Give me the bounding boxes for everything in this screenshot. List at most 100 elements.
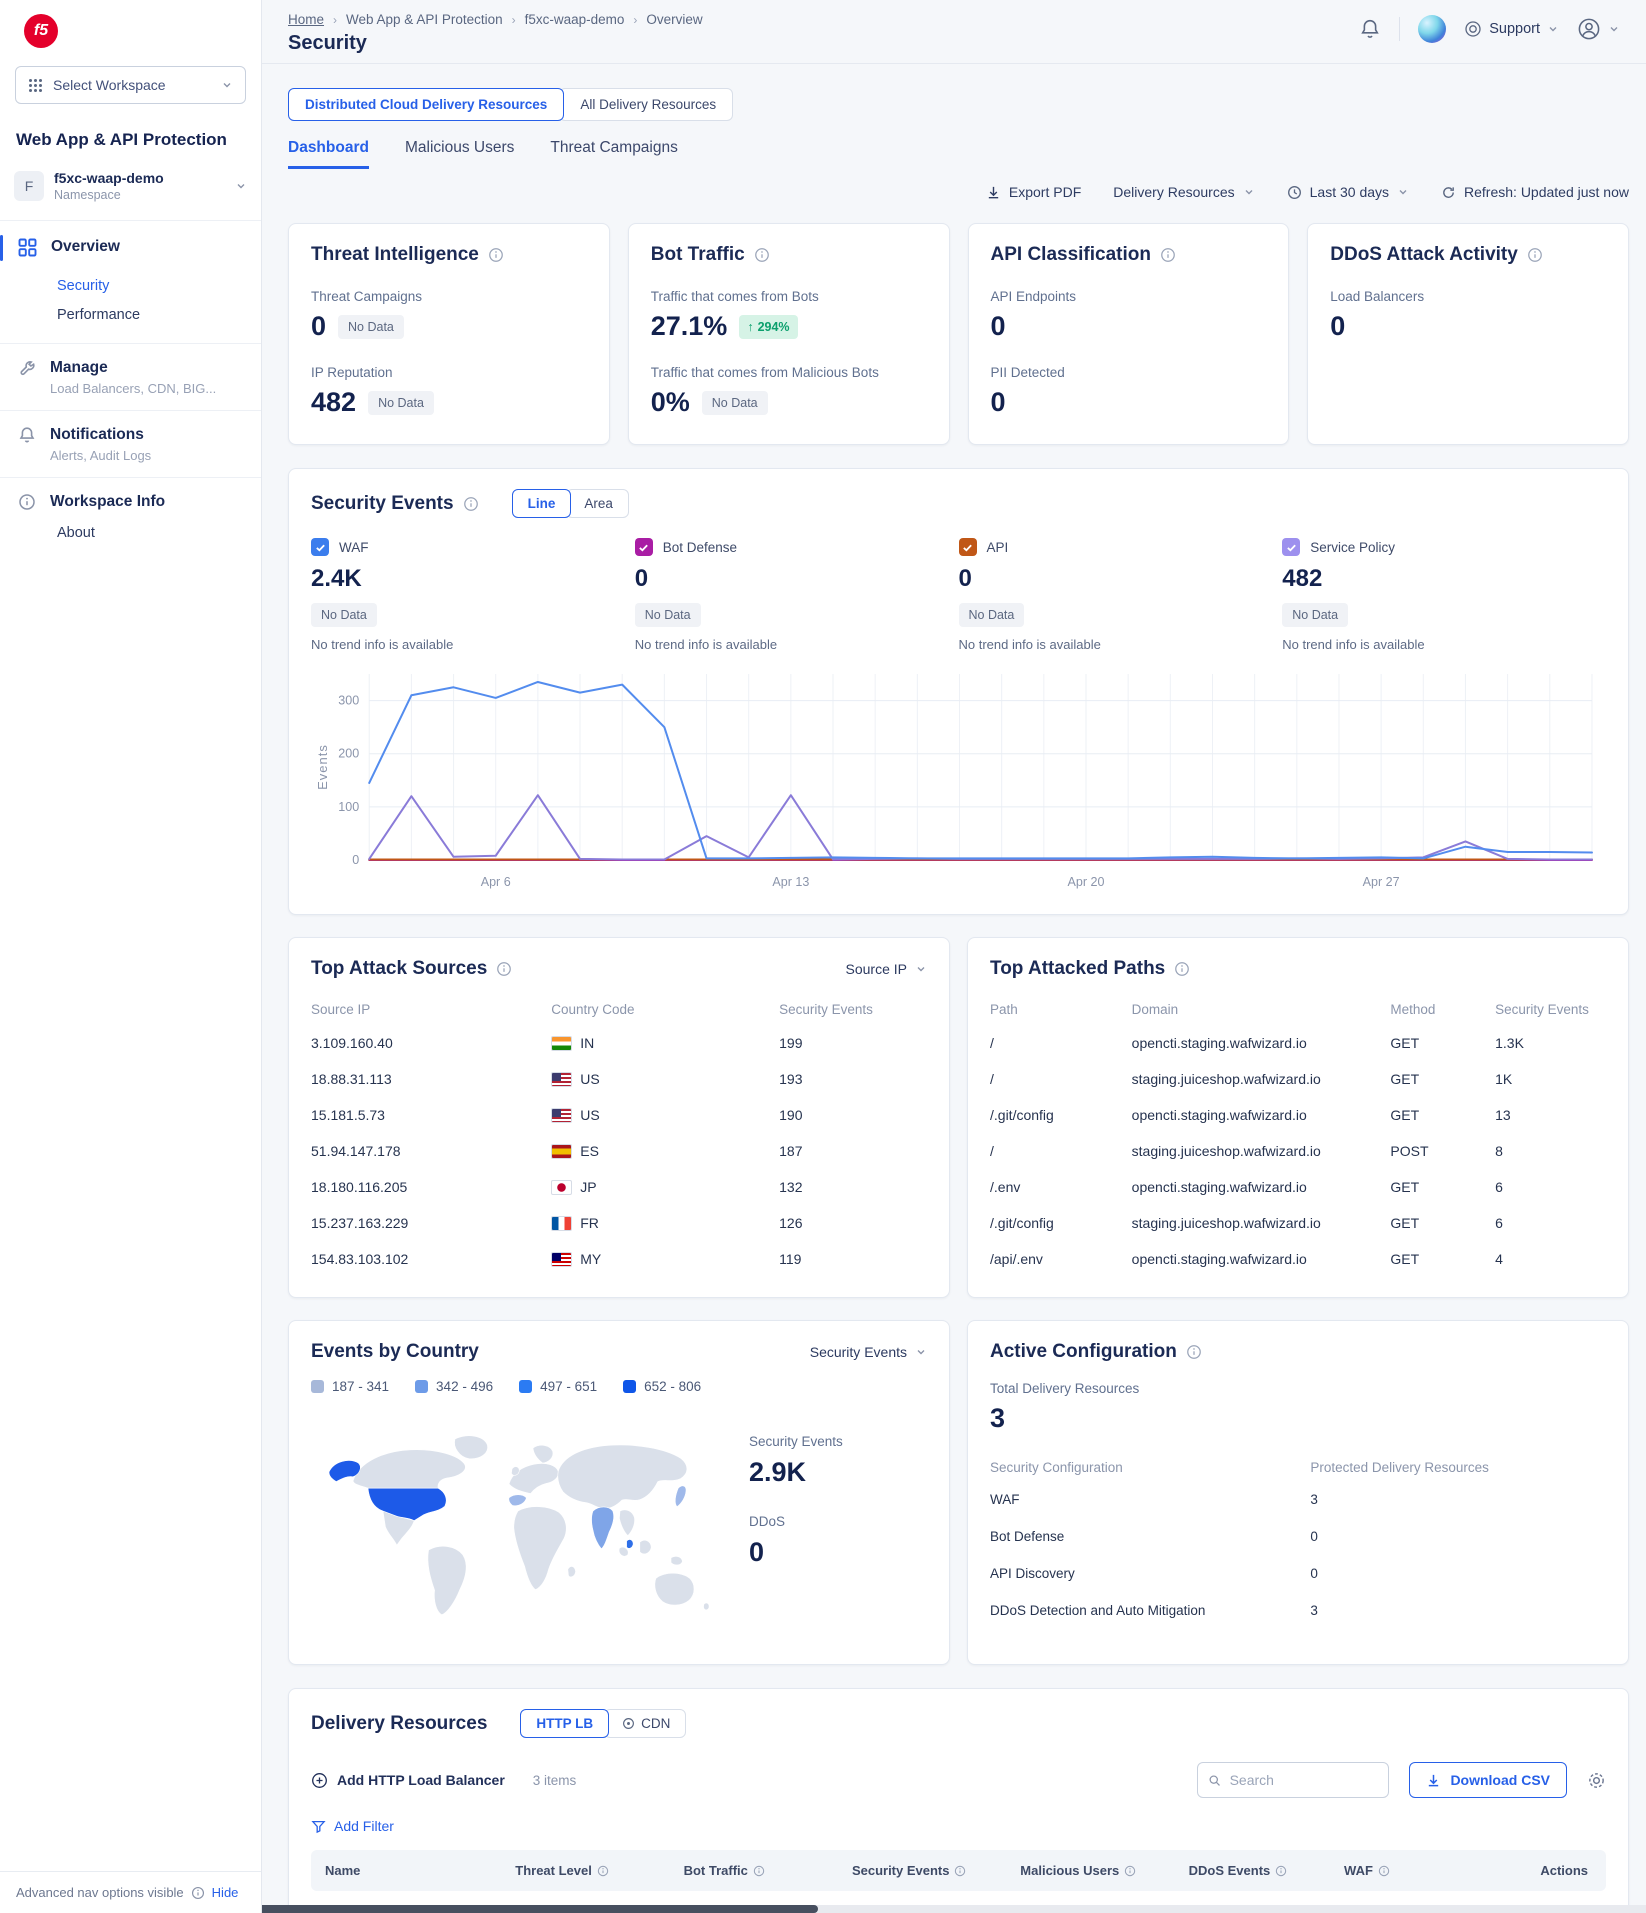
info-icon[interactable] <box>1124 1865 1136 1877</box>
waf-checkbox[interactable] <box>311 538 329 556</box>
cell-events: 199 <box>779 1025 927 1061</box>
bot-defense-checkbox[interactable] <box>635 538 653 556</box>
column-header[interactable]: DDoS Events <box>1179 1850 1334 1891</box>
support-menu[interactable]: Support <box>1464 20 1559 38</box>
info-icon[interactable] <box>463 496 479 512</box>
cell-events: 8 <box>1495 1133 1606 1169</box>
map-asia <box>558 1445 687 1509</box>
sidebar-item-notifications[interactable]: Notifications Alerts, Audit Logs <box>0 411 261 477</box>
f5-logo[interactable]: f5 <box>24 14 58 48</box>
breadcrumb-waap[interactable]: Web App & API Protection <box>346 12 503 27</box>
column-header[interactable]: Bot Traffic <box>674 1850 842 1891</box>
map-india[interactable] <box>592 1507 614 1549</box>
hide-nav-button[interactable]: Hide <box>212 1885 239 1900</box>
world-map[interactable] <box>311 1408 731 1644</box>
column-header[interactable]: Threat Level <box>505 1850 673 1891</box>
toggle-all-delivery[interactable]: All Delivery Resources <box>559 88 733 121</box>
service-policy-checkbox[interactable] <box>1282 538 1300 556</box>
cell-domain: opencti.staging.wafwizard.io <box>1132 1241 1391 1277</box>
search-input[interactable] <box>1230 1772 1379 1788</box>
account-menu[interactable] <box>1577 17 1620 41</box>
sidebar-item-about[interactable]: About <box>0 517 261 541</box>
column-header[interactable]: Malicious Users <box>1010 1850 1178 1891</box>
delivery-resources-table: Name Threat Level Bot Traffic Security E… <box>311 1850 1606 1913</box>
breadcrumb-home[interactable]: Home <box>288 12 324 27</box>
info-icon[interactable] <box>1378 1865 1390 1877</box>
info-icon[interactable] <box>488 247 504 263</box>
map-spain[interactable] <box>509 1495 527 1506</box>
column-header[interactable]: Name <box>311 1850 505 1891</box>
download-csv-button[interactable]: Download CSV <box>1409 1762 1567 1798</box>
toggle-cdn[interactable]: CDN <box>604 1709 686 1738</box>
panel-title: Top Attacked Paths <box>990 958 1165 980</box>
column-header[interactable]: WAF <box>1334 1850 1489 1891</box>
breadcrumb-namespace[interactable]: f5xc-waap-demo <box>525 12 625 27</box>
tab-dashboard[interactable]: Dashboard <box>288 139 369 169</box>
legend-note: No trend info is available <box>959 637 1283 652</box>
map-malaysia[interactable] <box>627 1540 634 1549</box>
api-checkbox[interactable] <box>959 538 977 556</box>
bell-icon <box>18 426 36 463</box>
namespace-avatar: F <box>14 171 44 201</box>
stat-cards-row: Threat Intelligence Threat Campaigns 0 N… <box>288 223 1629 445</box>
info-icon[interactable] <box>1186 1344 1202 1360</box>
cell-country: IN <box>551 1025 779 1061</box>
namespace-selector[interactable]: F f5xc-waap-demo Namespace <box>14 170 247 220</box>
sidebar-item-manage[interactable]: Manage Load Balancers, CDN, BIG... <box>0 344 261 410</box>
panel-title: Top Attack Sources <box>311 958 487 980</box>
add-http-lb-button[interactable]: Add HTTP Load Balancer <box>311 1772 505 1789</box>
map-new-guinea <box>671 1556 682 1565</box>
legend-item-api: API 0 No Data No trend info is available <box>959 538 1283 652</box>
metric-label: API Endpoints <box>991 289 1267 304</box>
time-range-dropdown[interactable]: Last 30 days <box>1287 184 1409 200</box>
sidebar-item-workspace-info[interactable]: Workspace Info <box>0 478 261 517</box>
sidebar-item-performance[interactable]: Performance <box>0 294 261 323</box>
map-united-states[interactable] <box>368 1488 446 1520</box>
source-ip-dropdown[interactable]: Source IP <box>846 961 927 977</box>
legend-value: 0 <box>959 565 1283 593</box>
info-icon[interactable] <box>1160 247 1176 263</box>
cell-events: 126 <box>779 1205 927 1241</box>
map-japan[interactable] <box>675 1486 686 1507</box>
cell-path: /.env <box>990 1169 1132 1205</box>
export-pdf-button[interactable]: Export PDF <box>986 184 1081 200</box>
info-icon[interactable] <box>753 1865 765 1877</box>
sidebar-item-security[interactable]: Security <box>0 265 261 294</box>
security-events-line-chart[interactable]: 0100200300Apr 6Apr 13Apr 20Apr 27Events <box>311 662 1606 894</box>
info-icon[interactable] <box>754 247 770 263</box>
info-icon[interactable] <box>597 1865 609 1877</box>
assistant-orb-icon[interactable] <box>1418 15 1446 43</box>
chevron-down-icon <box>1547 23 1559 35</box>
toggle-http-lb[interactable]: HTTP LB <box>520 1709 609 1738</box>
map-scandinavia <box>533 1445 553 1463</box>
breadcrumb-overview[interactable]: Overview <box>646 12 702 27</box>
column-header: Method <box>1390 992 1495 1025</box>
info-icon[interactable] <box>954 1865 966 1877</box>
plus-circle-icon <box>311 1772 328 1789</box>
toggle-line[interactable]: Line <box>512 489 572 518</box>
cell-domain: opencti.staging.wafwizard.io <box>1132 1097 1391 1133</box>
tab-threat-campaigns[interactable]: Threat Campaigns <box>550 139 678 169</box>
refresh-button[interactable]: Refresh: Updated just now <box>1441 184 1629 200</box>
notifications-bell-icon[interactable] <box>1359 18 1381 40</box>
info-icon[interactable] <box>1174 961 1190 977</box>
toggle-area[interactable]: Area <box>566 489 629 518</box>
tab-malicious-users[interactable]: Malicious Users <box>405 139 514 169</box>
cell-method: GET <box>1390 1097 1495 1133</box>
info-icon[interactable] <box>1275 1865 1287 1877</box>
column-header: Security Events <box>1495 992 1606 1025</box>
legend-label: WAF <box>339 540 369 555</box>
add-filter-button[interactable]: Add Filter <box>311 1818 1606 1834</box>
info-icon[interactable] <box>1527 247 1543 263</box>
table-row: 3.109.160.40IN199 <box>311 1025 927 1061</box>
table-settings-gear-icon[interactable] <box>1587 1771 1606 1790</box>
cell-events: 119 <box>779 1241 927 1277</box>
column-header[interactable]: Security Events <box>842 1850 1010 1891</box>
map-metric-dropdown[interactable]: Security Events <box>810 1344 927 1360</box>
toggle-distributed-cloud[interactable]: Distributed Cloud Delivery Resources <box>288 88 564 121</box>
delivery-resources-dropdown[interactable]: Delivery Resources <box>1113 184 1254 200</box>
sidebar-item-overview[interactable]: Overview <box>0 221 261 265</box>
sidebar: f5 Select Workspace Web App & API Protec… <box>0 0 262 1913</box>
info-icon[interactable] <box>496 961 512 977</box>
workspace-selector[interactable]: Select Workspace <box>15 66 246 104</box>
